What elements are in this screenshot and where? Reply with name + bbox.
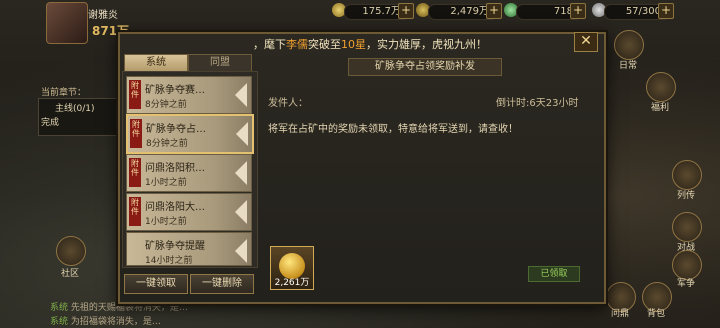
player-name: 谢雅炎: [88, 10, 118, 21]
biography-icon[interactable]: [672, 160, 702, 190]
mail-body: 将军在占矿中的奖励未领取，特意给将军送到，请查收！: [268, 124, 518, 135]
daily-icon[interactable]: [614, 30, 644, 60]
add-stamina-button[interactable]: +: [658, 3, 674, 19]
community-label: 社区: [60, 269, 79, 279]
welfare-label: 福利: [650, 103, 669, 113]
chapter-panel[interactable]: 当前章节： 主线(0/1) 完成: [38, 88, 130, 136]
chevron-left-icon: [235, 161, 247, 185]
mail-item-time: 8分钟之前: [145, 100, 187, 110]
chevron-left-icon: [235, 83, 247, 107]
mail-item-title: 问鼎洛阳积…: [145, 163, 205, 174]
delete-all-button[interactable]: 一键删除: [190, 274, 254, 294]
mail-item-title: 矿脉争夺赛…: [145, 85, 205, 96]
mail-item-time: 8分钟之前: [146, 139, 188, 149]
mail-sender: 发件人：: [268, 98, 308, 109]
mail-item[interactable]: 附件 问鼎洛阳大… 1小时之前: [126, 193, 252, 231]
add-copper-button[interactable]: +: [398, 3, 414, 19]
reward-quantity: 2,261万: [274, 278, 310, 288]
chat-text: 先祖的天赐福袋将消失，是…: [70, 303, 188, 313]
military-label: 军争: [676, 279, 695, 289]
chevron-left-icon: [235, 200, 247, 224]
close-icon: ✕: [580, 33, 592, 49]
banner-hero: 李儒: [286, 38, 308, 51]
mail-item-selected[interactable]: 附件 矿脉争夺占… 8分钟之前: [126, 114, 254, 154]
mail-item-time: 1小时之前: [145, 178, 187, 188]
close-button[interactable]: ✕: [574, 32, 598, 52]
chevron-left-icon: [236, 122, 248, 146]
mail-countdown: 倒计时:6天23小时: [496, 98, 579, 109]
banner-middle: 突破至: [308, 38, 341, 51]
battle-icon[interactable]: [672, 212, 702, 242]
chat-line[interactable]: 系统 为招福袋将消失，是…: [50, 314, 161, 327]
mail-item[interactable]: 矿脉争夺提醒 14小时之前: [126, 232, 252, 266]
community-icon[interactable]: [56, 236, 86, 266]
chat-tag: 系统: [50, 317, 69, 327]
tab-system[interactable]: 系统: [124, 54, 188, 72]
biography-label: 列传: [676, 191, 695, 201]
mail-item-title: 问鼎洛阳大…: [145, 202, 205, 213]
add-grain-button[interactable]: +: [486, 3, 502, 19]
mail-item[interactable]: 附件 矿脉争夺赛… 8分钟之前: [126, 76, 252, 114]
mail-item[interactable]: 附件 问鼎洛阳积… 1小时之前: [126, 154, 252, 192]
mail-title: 矿脉争夺占领奖励补发: [348, 58, 502, 76]
mainline-label: 主线(0/1): [55, 104, 95, 114]
chat-text: 为招福袋将消失，是…: [70, 317, 161, 327]
chevron-left-icon: [235, 239, 247, 263]
daily-label: 日常: [618, 61, 637, 71]
announcement-banner: ，麾下李儒突破至10星，实力雄厚，虎视九州！: [150, 34, 590, 56]
reward-item[interactable]: 2,261万: [270, 246, 314, 290]
attachment-tag: 附件: [129, 197, 141, 226]
tab-alliance[interactable]: 同盟: [188, 54, 252, 72]
banner-prefix: ，麾下: [253, 38, 286, 51]
mail-item-time: 1小时之前: [145, 217, 187, 227]
attachment-tag: 附件: [129, 80, 141, 109]
attachment-tag: 附件: [130, 119, 142, 148]
chat-tag: 系统: [50, 303, 69, 313]
banner-stars: 10星: [341, 38, 366, 51]
chapter-label: 当前章节：: [41, 88, 87, 98]
wending-label: 问鼎: [610, 309, 629, 319]
mail-item-time: 14小时之前: [145, 256, 193, 266]
banner-suffix: ，实力雄厚，虎视九州！: [366, 38, 487, 51]
backpack-label: 背包: [646, 309, 665, 319]
mail-item-title: 矿脉争夺提醒: [145, 241, 205, 252]
claimed-button: 已领取: [528, 266, 580, 282]
player-avatar[interactable]: [46, 2, 88, 44]
attachment-tag: 附件: [129, 158, 141, 187]
welfare-icon[interactable]: [646, 72, 676, 102]
complete-label: 完成: [41, 118, 60, 128]
claim-all-button[interactable]: 一键领取: [124, 274, 188, 294]
add-gold-button[interactable]: +: [570, 3, 586, 19]
mail-item-title: 矿脉争夺占…: [146, 124, 206, 135]
